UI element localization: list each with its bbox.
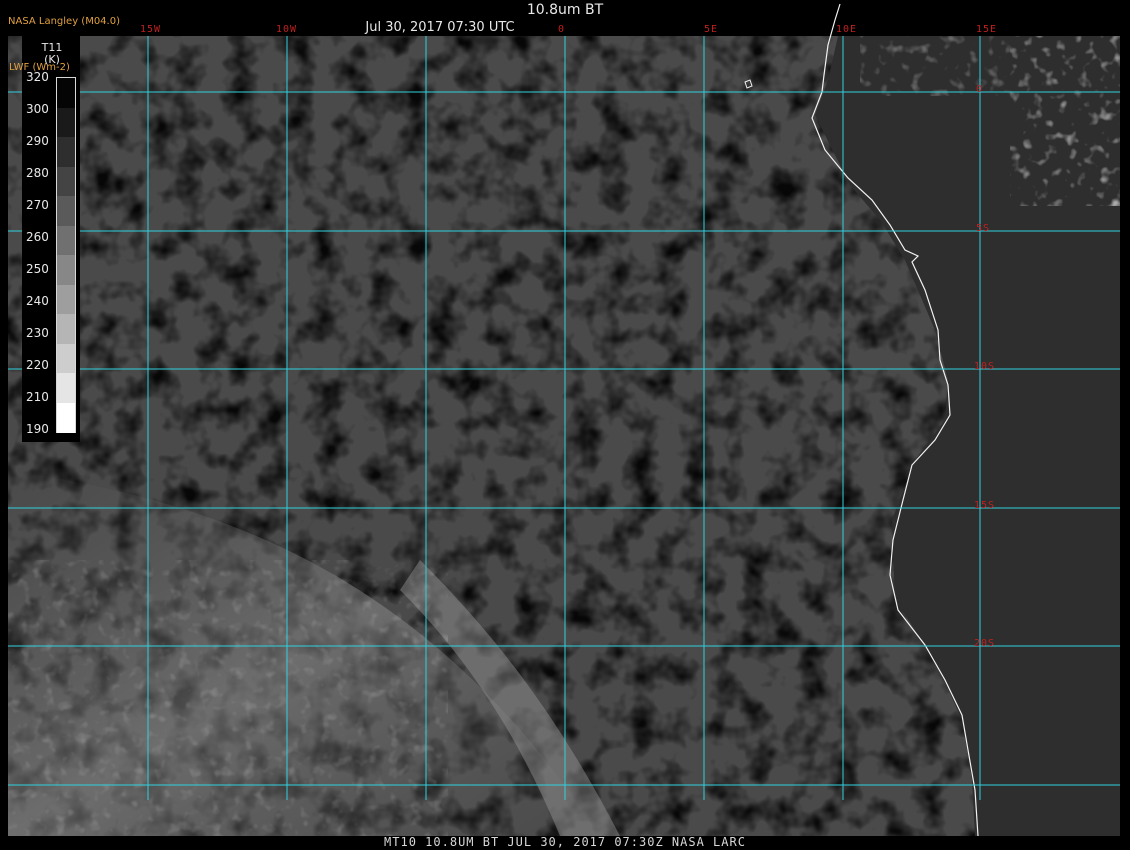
product-title: 10.8um BT	[526, 2, 604, 18]
legend-label: 230	[26, 326, 49, 340]
legend-swatch	[57, 373, 75, 403]
legend-swatch	[57, 78, 75, 108]
lat-label-10s: 10S	[974, 361, 996, 372]
credit-label: NASA Langley (M04.0)	[8, 16, 120, 27]
legend-swatch	[57, 343, 75, 374]
legend-label: 320	[26, 70, 49, 84]
legend-label: 270	[26, 198, 49, 212]
legend-swatch	[57, 402, 75, 433]
legend-label: 290	[26, 134, 49, 148]
footer-caption: MT10 10.8UM BT JUL 30, 2017 07:30Z NASA …	[384, 835, 746, 849]
legend-swatch	[57, 107, 75, 138]
legend-label: 300	[26, 102, 49, 116]
legend-swatch	[57, 314, 75, 344]
lat-label-5s: 5S	[976, 223, 991, 234]
legend-label: 250	[26, 262, 49, 276]
interior-cold-tops	[860, 36, 1010, 96]
legend-label: 240	[26, 294, 49, 308]
lat-label-20s: 20S	[974, 638, 996, 649]
legend-swatch	[57, 225, 75, 256]
satellite-map	[8, 3, 1120, 837]
legend-label: 210	[26, 390, 49, 404]
legend-label: 190	[26, 422, 49, 436]
legend-swatch	[57, 284, 75, 315]
color-scale-bar	[56, 77, 76, 433]
image-datetime: Jul 30, 2017 07:30 UTC	[365, 20, 515, 35]
interior-clouds	[1010, 36, 1120, 206]
legend-swatch	[57, 137, 75, 167]
lat-label-15s: 15S	[974, 500, 996, 511]
legend-label: 260	[26, 230, 49, 244]
legend-swatch	[57, 255, 75, 285]
legend-swatch	[57, 196, 75, 226]
cloud-speckle	[8, 560, 448, 836]
legend-label: 280	[26, 166, 49, 180]
legend-swatch	[57, 166, 75, 197]
legend-label: 220	[26, 358, 49, 372]
lat-label-0: 0	[976, 84, 984, 95]
